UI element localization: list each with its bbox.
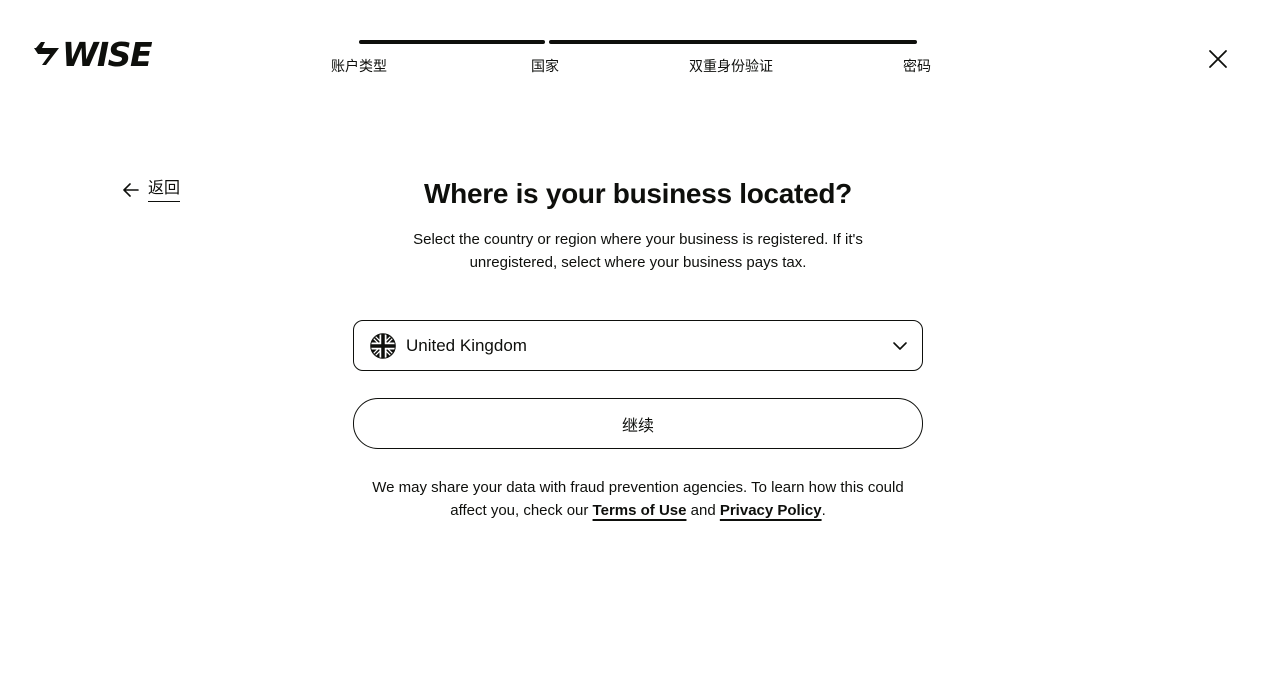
country-select-value: United Kingdom (406, 335, 527, 355)
uk-flag-icon (370, 332, 396, 359)
step-label-account-type: 账户类型 (331, 58, 387, 74)
continue-button[interactable]: 继续 (353, 398, 923, 449)
back-link[interactable]: 返回 (121, 178, 181, 202)
legal-text-and: and (686, 502, 720, 519)
close-icon (1209, 50, 1227, 68)
main-content: Where is your business located? Select t… (353, 170, 923, 519)
step-bar-current (549, 40, 917, 44)
step-bar-complete (359, 40, 545, 44)
page-subtitle: Select the country or region where your … (413, 231, 863, 271)
step-label-country: 国家 (531, 58, 559, 74)
close-button[interactable] (1202, 43, 1234, 75)
page-title: Where is your business located? (424, 178, 852, 209)
step-label-password: 密码 (903, 58, 931, 74)
privacy-policy-link[interactable]: Privacy Policy (720, 502, 822, 519)
terms-of-use-link[interactable]: Terms of Use (593, 502, 687, 519)
legal-disclaimer: We may share your data with fraud preven… (353, 476, 923, 522)
country-select[interactable]: United Kingdom (353, 320, 923, 371)
step-label-two-factor: 双重身份验证 (689, 58, 773, 74)
progress-stepper: 账户类型 国家 双重身份验证 密码 (0, 0, 1280, 90)
legal-text-after: . (821, 502, 826, 519)
back-label[interactable]: 返回 (148, 178, 181, 202)
arrow-left-icon (123, 183, 139, 197)
chevron-down-icon (893, 341, 907, 350)
